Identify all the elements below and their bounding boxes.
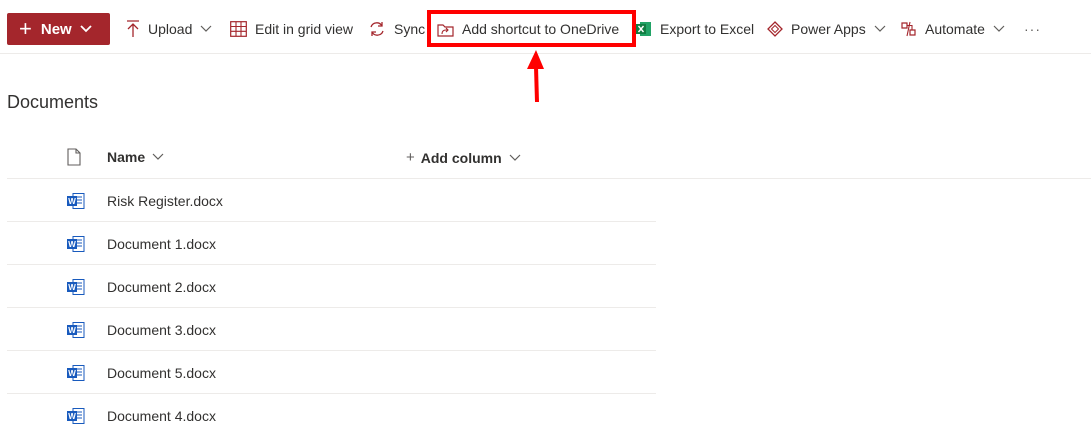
- name-column-label: Name: [107, 149, 146, 165]
- file-name[interactable]: Risk Register.docx: [107, 193, 223, 209]
- word-doc-icon: W: [67, 236, 85, 255]
- upload-icon: [126, 20, 140, 38]
- plus-icon: +: [19, 16, 32, 41]
- more-options-button[interactable]: ···: [1024, 14, 1041, 44]
- chevron-down-icon: [993, 25, 1005, 33]
- chevron-down-icon: [874, 25, 886, 33]
- word-doc-icon: W: [67, 365, 85, 384]
- word-doc-icon: W: [67, 408, 85, 427]
- excel-icon: [636, 21, 652, 37]
- sync-icon: [368, 21, 386, 37]
- file-row[interactable]: W Document 3.docx: [7, 308, 656, 351]
- file-name[interactable]: Document 1.docx: [107, 236, 216, 252]
- file-name[interactable]: Document 2.docx: [107, 279, 216, 295]
- plus-icon: +: [406, 149, 415, 166]
- automate-icon: [900, 21, 917, 37]
- chevron-down-icon: [80, 25, 92, 33]
- svg-text:W: W: [68, 283, 76, 292]
- svg-text:W: W: [68, 197, 76, 206]
- chevron-down-icon: [509, 154, 521, 162]
- power-apps-icon: [767, 21, 783, 37]
- file-row[interactable]: W Document 1.docx: [7, 222, 656, 265]
- automate-button[interactable]: Automate: [900, 14, 1005, 44]
- edit-grid-view-label: Edit in grid view: [255, 21, 354, 37]
- word-doc-icon: W: [67, 279, 85, 298]
- chevron-down-icon: [152, 153, 164, 161]
- red-arrow-annotation: [520, 47, 554, 108]
- word-doc-icon: W: [67, 193, 85, 212]
- grid-icon: [230, 21, 247, 37]
- more-icon: ···: [1024, 21, 1041, 37]
- sync-button[interactable]: Sync: [368, 14, 425, 44]
- svg-text:W: W: [68, 326, 76, 335]
- file-name[interactable]: Document 3.docx: [107, 322, 216, 338]
- file-type-icon[interactable]: [67, 148, 81, 169]
- highlight-box: [427, 10, 636, 47]
- svg-text:W: W: [68, 240, 76, 249]
- file-row[interactable]: W Document 4.docx: [7, 394, 656, 437]
- file-name[interactable]: Document 5.docx: [107, 365, 216, 381]
- automate-label: Automate: [925, 21, 985, 37]
- add-column-label: Add column: [420, 149, 502, 166]
- export-to-excel-label: Export to Excel: [660, 21, 755, 37]
- file-row[interactable]: W Risk Register.docx: [7, 179, 656, 222]
- sync-label: Sync: [394, 21, 426, 37]
- file-row[interactable]: W Document 5.docx: [7, 351, 656, 394]
- new-button-label: New: [40, 20, 72, 38]
- edit-grid-view-button[interactable]: Edit in grid view: [230, 14, 353, 44]
- name-column-header[interactable]: Name: [107, 149, 164, 165]
- new-button[interactable]: + New: [7, 13, 110, 45]
- page-title: Documents: [7, 92, 99, 112]
- word-doc-icon: W: [67, 322, 85, 341]
- add-column-header[interactable]: + Add column: [406, 149, 521, 166]
- upload-label: Upload: [148, 21, 193, 37]
- file-row[interactable]: W Document 2.docx: [7, 265, 656, 308]
- power-apps-button[interactable]: Power Apps: [767, 14, 886, 44]
- chevron-down-icon: [200, 25, 212, 33]
- file-list: W Risk Register.docx W Document 1.docx W…: [7, 179, 656, 437]
- svg-text:W: W: [68, 369, 76, 378]
- export-to-excel-button[interactable]: Export to Excel: [636, 14, 754, 44]
- svg-text:W: W: [68, 412, 76, 421]
- column-header-row: Name + Add column: [7, 135, 1091, 179]
- power-apps-label: Power Apps: [791, 21, 866, 37]
- file-name[interactable]: Document 4.docx: [107, 408, 216, 424]
- upload-button[interactable]: Upload: [126, 14, 212, 44]
